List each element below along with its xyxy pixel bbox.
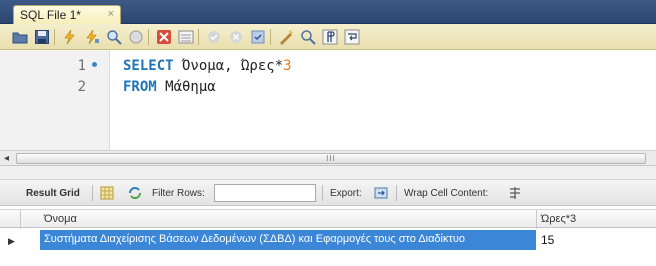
invisible-chars-icon[interactable]	[322, 29, 338, 45]
toolbar-separator	[148, 29, 149, 45]
sql-editor[interactable]: 1 SELECT Όνομα, Ώρες*3 2 FROM Μάθημα	[0, 50, 656, 150]
sql-editor-toolbar	[0, 24, 656, 50]
execute-icon[interactable]	[62, 29, 78, 45]
column-divider	[20, 210, 21, 229]
sql-text: Όνομα, Ώρες*	[173, 58, 284, 74]
toolbar-separator	[270, 29, 271, 45]
rollback-icon[interactable]	[228, 29, 244, 45]
toggle-output-icon[interactable]	[178, 29, 194, 45]
code-line-2[interactable]: 2 FROM Μάθημα	[0, 79, 656, 99]
wrap-cell-content-label: Wrap Cell Content:	[404, 188, 489, 199]
explain-icon[interactable]	[106, 29, 122, 45]
tab-sql-file[interactable]: SQL File 1* ×	[13, 5, 121, 24]
wrap-cell-icon[interactable]	[508, 186, 522, 200]
toggle-error-icon[interactable]	[156, 29, 172, 45]
horizontal-scrollbar[interactable]: ◂ III	[0, 150, 656, 166]
sql-number: 3	[283, 58, 292, 74]
sql-keyword: FROM	[123, 79, 157, 95]
grid-view-icon[interactable]	[100, 186, 114, 200]
sql-text: Μάθημα	[156, 79, 216, 95]
current-row-icon: ▶	[8, 236, 15, 246]
toolbar-separator	[396, 185, 397, 201]
filter-rows-label: Filter Rows:	[152, 188, 205, 199]
line-number: 1	[77, 58, 86, 74]
sql-keyword: SELECT	[123, 58, 174, 74]
column-header-name[interactable]: Όνομα	[44, 213, 77, 225]
tab-strip: SQL File 1* ×	[0, 0, 656, 24]
save-icon[interactable]	[34, 29, 50, 45]
open-folder-icon[interactable]	[12, 29, 28, 45]
line-number: 2	[77, 79, 86, 95]
toolbar-separator	[54, 29, 55, 45]
column-header-hours[interactable]: Ώρες*3	[541, 213, 576, 225]
grip-icon: III	[326, 154, 336, 163]
cell-hours[interactable]: 15	[541, 233, 554, 247]
toolbar-separator	[198, 29, 199, 45]
filter-rows-input[interactable]	[214, 184, 316, 202]
result-toolbar: Result Grid Filter Rows: Export: Wrap Ce…	[0, 180, 656, 206]
refresh-icon[interactable]	[128, 186, 142, 200]
result-grid-tab[interactable]: Result Grid	[26, 188, 80, 199]
beautify-icon[interactable]	[278, 29, 294, 45]
export-icon[interactable]	[374, 186, 388, 200]
close-icon[interactable]: ×	[108, 8, 114, 20]
toolbar-separator	[92, 185, 93, 201]
find-icon[interactable]	[300, 29, 316, 45]
current-statement-marker	[92, 62, 97, 67]
stop-icon[interactable]	[128, 29, 144, 45]
panel-splitter[interactable]	[0, 166, 656, 180]
result-grid[interactable]: Όνομα Ώρες*3 ▶ Συστήματα Διαχείρισης Βάσ…	[0, 206, 656, 266]
execute-current-icon[interactable]	[84, 29, 100, 45]
code-text[interactable]: SELECT Όνομα, Ώρες*3	[123, 58, 292, 74]
commit-icon[interactable]	[206, 29, 222, 45]
tab-title: SQL File 1*	[20, 8, 81, 22]
cell-name[interactable]: Συστήματα Διαχείρισης Βάσεων Δεδομένων (…	[40, 230, 536, 250]
autocommit-icon[interactable]	[250, 29, 266, 45]
wrap-icon[interactable]	[344, 29, 360, 45]
code-text[interactable]: FROM Μάθημα	[123, 79, 216, 95]
grid-header: Όνομα Ώρες*3	[0, 209, 656, 229]
export-label: Export:	[330, 188, 362, 199]
scroll-thumb[interactable]: III	[16, 153, 646, 164]
code-line-1[interactable]: 1 SELECT Όνομα, Ώρες*3	[0, 58, 656, 78]
column-divider	[536, 210, 537, 229]
toolbar-separator	[322, 185, 323, 201]
scroll-left-icon[interactable]: ◂	[4, 153, 9, 164]
